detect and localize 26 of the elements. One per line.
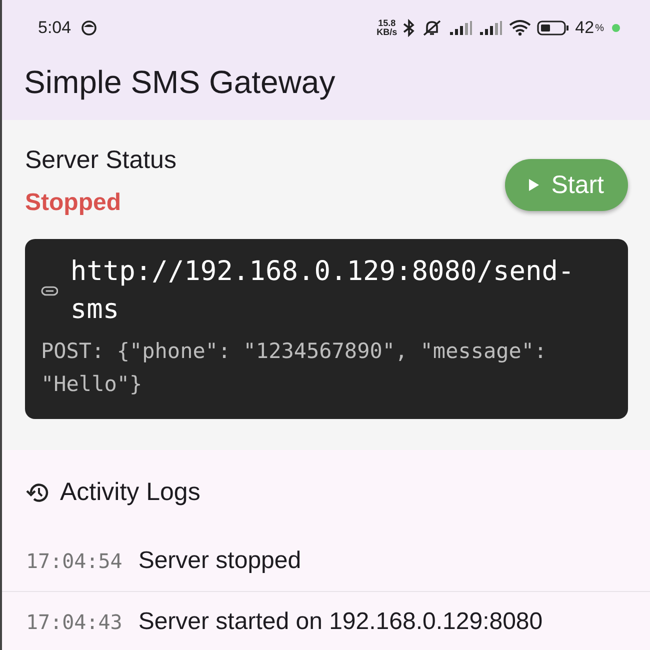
start-button[interactable]: Start <box>505 159 628 211</box>
section-heading: Activity Logs <box>60 478 200 507</box>
endpoint-url: http://192.168.0.129:8080/send-sms <box>70 255 576 327</box>
percent-sign: % <box>595 22 604 34</box>
link-icon <box>41 286 58 296</box>
history-icon <box>26 482 50 504</box>
log-time: 17:04:54 <box>26 549 122 573</box>
app-title: Simple SMS Gateway <box>24 64 336 101</box>
section-heading: Server Status <box>25 146 176 175</box>
network-speed-unit: KB/s <box>376 28 398 37</box>
network-speed: 15.8 <box>377 19 397 28</box>
signal-icon <box>449 20 474 36</box>
bluetooth-icon <box>403 19 416 37</box>
battery-percent: 42 <box>575 18 594 38</box>
server-status: Stopped <box>25 189 121 217</box>
signal-icon <box>479 20 504 36</box>
wifi-icon <box>509 20 532 36</box>
log-message: Server stopped <box>138 547 302 575</box>
clock-time: 5:04 <box>38 18 72 38</box>
log-time: 17:04:43 <box>26 610 122 634</box>
log-message: Server started on 192.168.0.129:8080 <box>138 608 543 636</box>
play-icon <box>527 177 542 193</box>
muted-bell-icon <box>421 19 444 37</box>
battery-icon <box>537 20 570 36</box>
request-example: POST: {"phone": "1234567890", "message": "Hello"} <box>41 338 548 398</box>
privacy-indicator-icon <box>612 24 620 32</box>
